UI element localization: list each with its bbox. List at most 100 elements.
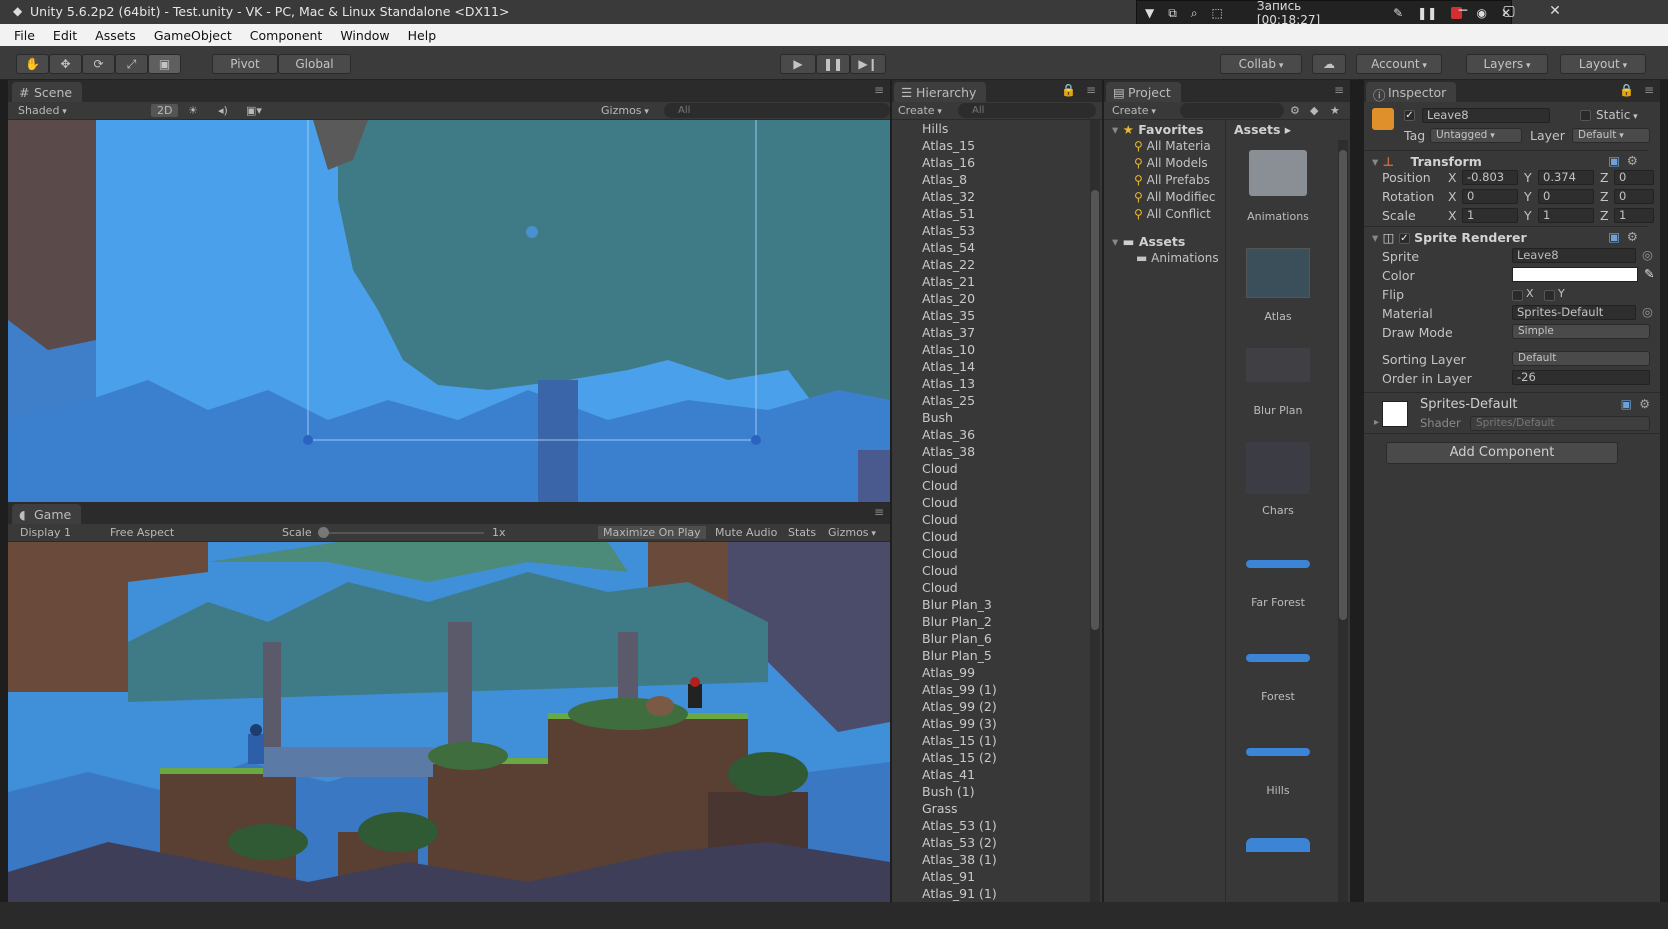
shading-dropdown[interactable]: Shaded — [18, 104, 67, 117]
scale-tool-icon[interactable]: ⤢ — [115, 54, 148, 74]
hierarchy-search-input[interactable]: All — [958, 103, 1096, 118]
filter-type-icon[interactable]: ⚙ — [1290, 104, 1300, 117]
hierarchy-create-dropdown[interactable]: Create — [898, 104, 942, 117]
stats-toggle[interactable]: Stats — [788, 526, 816, 539]
hierarchy-item[interactable]: Atlas_91 — [922, 869, 975, 884]
favorites-item[interactable]: ⚲ All Modifiec — [1134, 190, 1216, 204]
project-scroll-thumb[interactable] — [1339, 150, 1347, 620]
hierarchy-item[interactable]: Atlas_15 — [922, 138, 975, 153]
help-icon[interactable]: ▣ — [1621, 397, 1632, 411]
flip-y-checkbox[interactable] — [1544, 290, 1555, 301]
help-icon[interactable]: ▣ — [1608, 153, 1620, 168]
rect-tool-icon[interactable]: ▣ — [148, 54, 181, 74]
asset-tile-forest[interactable]: Forest — [1228, 654, 1328, 703]
hierarchy-item[interactable]: Atlas_38 (1) — [922, 852, 997, 867]
hierarchy-scroll-thumb[interactable] — [1091, 190, 1099, 630]
sprite-renderer-header[interactable]: ▾ ◫ ✓ Sprite Renderer ▣ ⚙ — [1364, 226, 1648, 246]
order-in-layer-field[interactable]: -26 — [1512, 370, 1650, 385]
favorite-star-icon[interactable]: ★ — [1330, 104, 1340, 117]
object-picker-icon[interactable]: ◎ — [1642, 304, 1653, 319]
hierarchy-scrollbar[interactable] — [1090, 120, 1100, 902]
scale-slider[interactable] — [318, 527, 484, 538]
step-button[interactable]: ▶❙ — [850, 54, 886, 74]
window-icon[interactable]: ⧉ — [1168, 6, 1177, 21]
hierarchy-item[interactable]: Atlas_32 — [922, 189, 975, 204]
asset-tile-blur-plan[interactable]: Blur Plan — [1228, 348, 1328, 417]
region-icon[interactable]: ⬚ — [1212, 6, 1223, 20]
effects-icon[interactable]: ▣▾ — [246, 104, 262, 117]
hierarchy-item[interactable]: Atlas_22 — [922, 257, 975, 272]
transform-y-field[interactable]: 0 — [1538, 189, 1594, 204]
object-picker-icon[interactable]: ◎ — [1642, 247, 1653, 262]
global-toggle[interactable]: Global — [278, 54, 351, 74]
hierarchy-item[interactable]: Atlas_53 (2) — [922, 835, 997, 850]
hierarchy-item[interactable]: Cloud — [922, 512, 958, 527]
hierarchy-item[interactable]: Atlas_35 — [922, 308, 975, 323]
tab-inspector[interactable]: ⓘ Inspector — [1366, 82, 1457, 103]
aspect-dropdown[interactable]: Free Aspect — [110, 526, 174, 539]
eyedropper-icon[interactable]: ✎ — [1644, 266, 1654, 281]
zoom-icon[interactable]: ⌕ — [1191, 6, 1198, 21]
color-field[interactable] — [1512, 267, 1638, 282]
menu-assets[interactable]: Assets — [95, 28, 136, 43]
hierarchy-item[interactable]: Atlas_16 — [922, 155, 975, 170]
asset-tile-far-forest[interactable]: Far Forest — [1228, 560, 1328, 609]
maximize-on-play-toggle[interactable]: Maximize On Play — [598, 526, 706, 539]
panel-menu-icon[interactable]: ≡ — [1086, 83, 1096, 97]
sorting-layer-dropdown[interactable]: Default — [1512, 351, 1650, 366]
collab-dropdown[interactable]: Collab — [1220, 54, 1302, 74]
play-button[interactable]: ▶ — [780, 54, 816, 74]
scene-gizmos-dropdown[interactable]: Gizmos — [601, 104, 649, 117]
menu-component[interactable]: Component — [250, 28, 323, 43]
flip-x-checkbox[interactable] — [1512, 290, 1523, 301]
favorites-item[interactable]: ⚲ All Conflict — [1134, 207, 1211, 221]
pause-button[interactable]: ❚❚ — [816, 54, 850, 74]
sprite-field[interactable]: Leave8 — [1512, 248, 1636, 263]
hierarchy-item[interactable]: Cloud — [922, 529, 958, 544]
favorites-item[interactable]: ⚲ All Materia — [1134, 139, 1211, 153]
lock-icon[interactable]: 🔒 — [1061, 83, 1076, 97]
hierarchy-item[interactable]: Atlas_41 — [922, 767, 975, 782]
hierarchy-item[interactable]: Hills — [922, 121, 948, 136]
hierarchy-item[interactable]: Atlas_51 — [922, 206, 975, 221]
pause-record-icon[interactable]: ❚❚ — [1417, 6, 1437, 20]
project-search-input[interactable] — [1180, 103, 1284, 118]
hierarchy-item[interactable]: Atlas_37 — [922, 325, 975, 340]
static-checkbox[interactable] — [1580, 110, 1591, 121]
menu-gameobject[interactable]: GameObject — [154, 28, 232, 43]
hierarchy-item[interactable]: Atlas_99 (3) — [922, 716, 997, 731]
pencil-icon[interactable]: ✎ — [1393, 6, 1403, 20]
2d-toggle[interactable]: 2D — [151, 104, 179, 117]
game-viewport[interactable] — [8, 542, 890, 902]
asset-tile-animations[interactable]: Animations — [1228, 150, 1328, 223]
transform-y-field[interactable]: 0.374 — [1538, 170, 1594, 185]
transform-header[interactable]: ▾ ⊥ Transform ▣ ⚙ — [1364, 150, 1648, 170]
layers-dropdown[interactable]: Layers — [1466, 54, 1548, 74]
asset-tile-partial[interactable] — [1246, 838, 1310, 852]
hierarchy-item[interactable]: Atlas_15 (2) — [922, 750, 997, 765]
menu-file[interactable]: File — [14, 28, 35, 43]
hierarchy-item[interactable]: Atlas_8 — [922, 172, 967, 187]
hierarchy-item[interactable]: Atlas_10 — [922, 342, 975, 357]
display-dropdown[interactable]: Display 1 — [20, 526, 71, 539]
transform-x-field[interactable]: -0.803 — [1462, 170, 1518, 185]
pivot-toggle[interactable]: Pivot — [212, 54, 278, 74]
dropdown-arrow-icon[interactable]: ▼ — [1145, 6, 1154, 20]
menu-help[interactable]: Help — [408, 28, 437, 43]
cloud-icon[interactable]: ☁ — [1312, 54, 1346, 74]
hierarchy-item[interactable]: Atlas_99 (2) — [922, 699, 997, 714]
hierarchy-item[interactable]: Atlas_21 — [922, 274, 975, 289]
panel-menu-icon[interactable]: ≡ — [874, 505, 884, 519]
transform-y-field[interactable]: 1 — [1538, 208, 1594, 223]
tag-dropdown[interactable]: Untagged — [1430, 128, 1522, 143]
asset-tile-atlas[interactable]: Atlas — [1228, 248, 1328, 323]
hierarchy-item[interactable]: Cloud — [922, 563, 958, 578]
hierarchy-item[interactable]: Atlas_53 (1) — [922, 818, 997, 833]
help-icon[interactable]: ▣ — [1608, 229, 1620, 244]
object-name-field[interactable]: Leave8 — [1422, 108, 1550, 123]
hierarchy-item[interactable]: Cloud — [922, 461, 958, 476]
hierarchy-item[interactable]: Bush (1) — [922, 784, 975, 799]
settings-gear-icon[interactable]: ⚙ — [1639, 397, 1650, 411]
hierarchy-item[interactable]: Blur Plan_2 — [922, 614, 992, 629]
hierarchy-item[interactable]: Atlas_15 (1) — [922, 733, 997, 748]
